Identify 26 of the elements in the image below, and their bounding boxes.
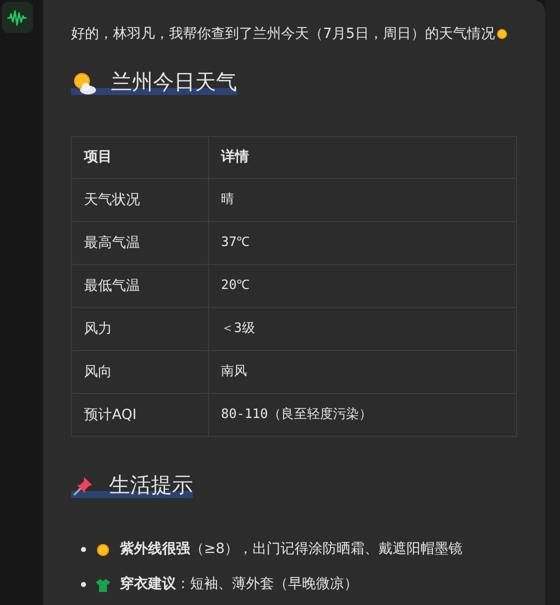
table-cell: 最高气温 — [72, 222, 208, 264]
table-cell: 预计AQI — [72, 394, 208, 436]
intro-text: 好的，林羽凡，我帮你查到了兰州今天（7月5日，周日）的天气情况 — [71, 25, 495, 44]
shirt-icon — [96, 578, 110, 592]
table-cell: ＜3级 — [208, 308, 516, 350]
table-cell: 37℃ — [208, 222, 516, 264]
bullet-icon — [81, 547, 86, 552]
pushpin-icon — [71, 474, 95, 498]
section-heading: 兰州今日天气 — [97, 68, 237, 96]
table-cell: 20℃ — [208, 264, 516, 308]
sun-icon — [494, 27, 509, 41]
table-cell: 晴 — [208, 178, 516, 222]
sun-icon — [96, 542, 110, 556]
tip-text: 穿衣建议：短袖、薄外套（早晚微凉） — [120, 574, 358, 594]
sun-behind-cloud-icon — [71, 71, 97, 95]
table-cell: 最低气温 — [72, 264, 208, 308]
table-cell: 南风 — [208, 350, 516, 394]
table-cell: 天气状况 — [72, 178, 208, 222]
column-header: 详情 — [208, 136, 516, 178]
bullet-icon — [81, 582, 86, 587]
table-cell: 风力 — [72, 308, 208, 350]
table-cell: 风向 — [72, 350, 208, 394]
tip-text: 紫外线很强（≥8），出门记得涂防晒霜、戴遮阳帽墨镜 — [120, 540, 463, 559]
waveform-icon[interactable] — [2, 2, 33, 33]
column-header: 项目 — [72, 136, 208, 178]
table-cell: 80-110（良至轻度污染） — [208, 394, 516, 436]
